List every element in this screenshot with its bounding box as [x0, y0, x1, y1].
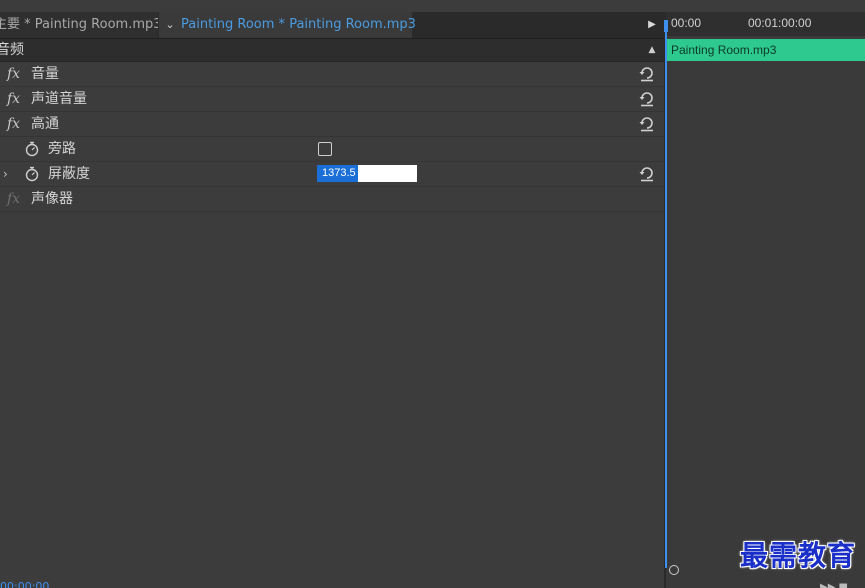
threshold-value-text: 1373.5	[317, 165, 358, 182]
triangle-up-icon[interactable]: ▲	[646, 39, 658, 61]
param-row-threshold[interactable]: › 屏蔽度 1373.5	[0, 162, 665, 187]
effect-label: 高通	[31, 116, 59, 132]
playback-controls-icon[interactable]: ▶▶ ■	[820, 582, 848, 588]
effect-label: 声道音量	[31, 91, 87, 107]
fx-icon[interactable]: fx	[7, 87, 20, 111]
reset-icon[interactable]	[638, 165, 656, 183]
effect-row-channel-volume[interactable]: fx 声道音量	[0, 87, 665, 112]
reset-icon[interactable]	[638, 115, 656, 133]
bypass-checkbox[interactable]	[318, 142, 332, 156]
effect-label: 声像器	[31, 191, 73, 207]
playhead[interactable]	[665, 20, 667, 568]
reset-icon[interactable]	[638, 65, 656, 83]
param-row-bypass: 旁路	[0, 137, 665, 162]
tab-label: 主要 * Painting Room.mp3	[0, 17, 158, 32]
timecode-start: 00:00	[671, 16, 702, 30]
triangle-right-icon[interactable]: ▶	[645, 12, 659, 38]
fx-icon[interactable]: fx	[7, 62, 20, 86]
audio-section-header[interactable]	[0, 39, 665, 62]
fx-icon[interactable]: fx	[7, 112, 20, 136]
timeline-panel	[666, 12, 865, 588]
stopwatch-icon[interactable]	[24, 141, 40, 157]
fx-icon[interactable]: fx	[7, 187, 20, 211]
tab-label: Painting Room * Painting Room.mp3	[181, 17, 416, 32]
watermark-logo: 最需教育	[740, 539, 857, 572]
effect-row-volume[interactable]: fx 音量	[0, 62, 665, 87]
effect-row-panner[interactable]: fx 声像器	[0, 187, 665, 212]
audio-clip-label: Painting Room.mp3	[671, 43, 777, 57]
threshold-value-input[interactable]: 1373.5	[317, 165, 417, 182]
stopwatch-icon[interactable]	[24, 166, 40, 182]
scrollbar-handle[interactable]	[669, 565, 679, 575]
effect-row-highpass[interactable]: fx 高通	[0, 112, 665, 137]
playhead-handle[interactable]	[664, 20, 668, 32]
param-label: 屏蔽度	[48, 166, 90, 182]
timecode-one-minute: 00:01:00:00	[748, 16, 812, 30]
audio-section-title: 音频	[0, 42, 24, 58]
reset-icon[interactable]	[638, 90, 656, 108]
tab-master-clip[interactable]: 主要 * Painting Room.mp3	[0, 12, 158, 38]
effect-label: 音量	[31, 66, 59, 82]
chevron-right-icon[interactable]: ›	[3, 162, 8, 186]
tab-clip-effects[interactable]: ⌄ Painting Room * Painting Room.mp3	[159, 12, 416, 38]
param-label: 旁路	[48, 141, 76, 157]
current-timecode[interactable]: 00:00:00	[0, 580, 49, 588]
chevron-down-icon[interactable]: ⌄	[159, 12, 181, 38]
